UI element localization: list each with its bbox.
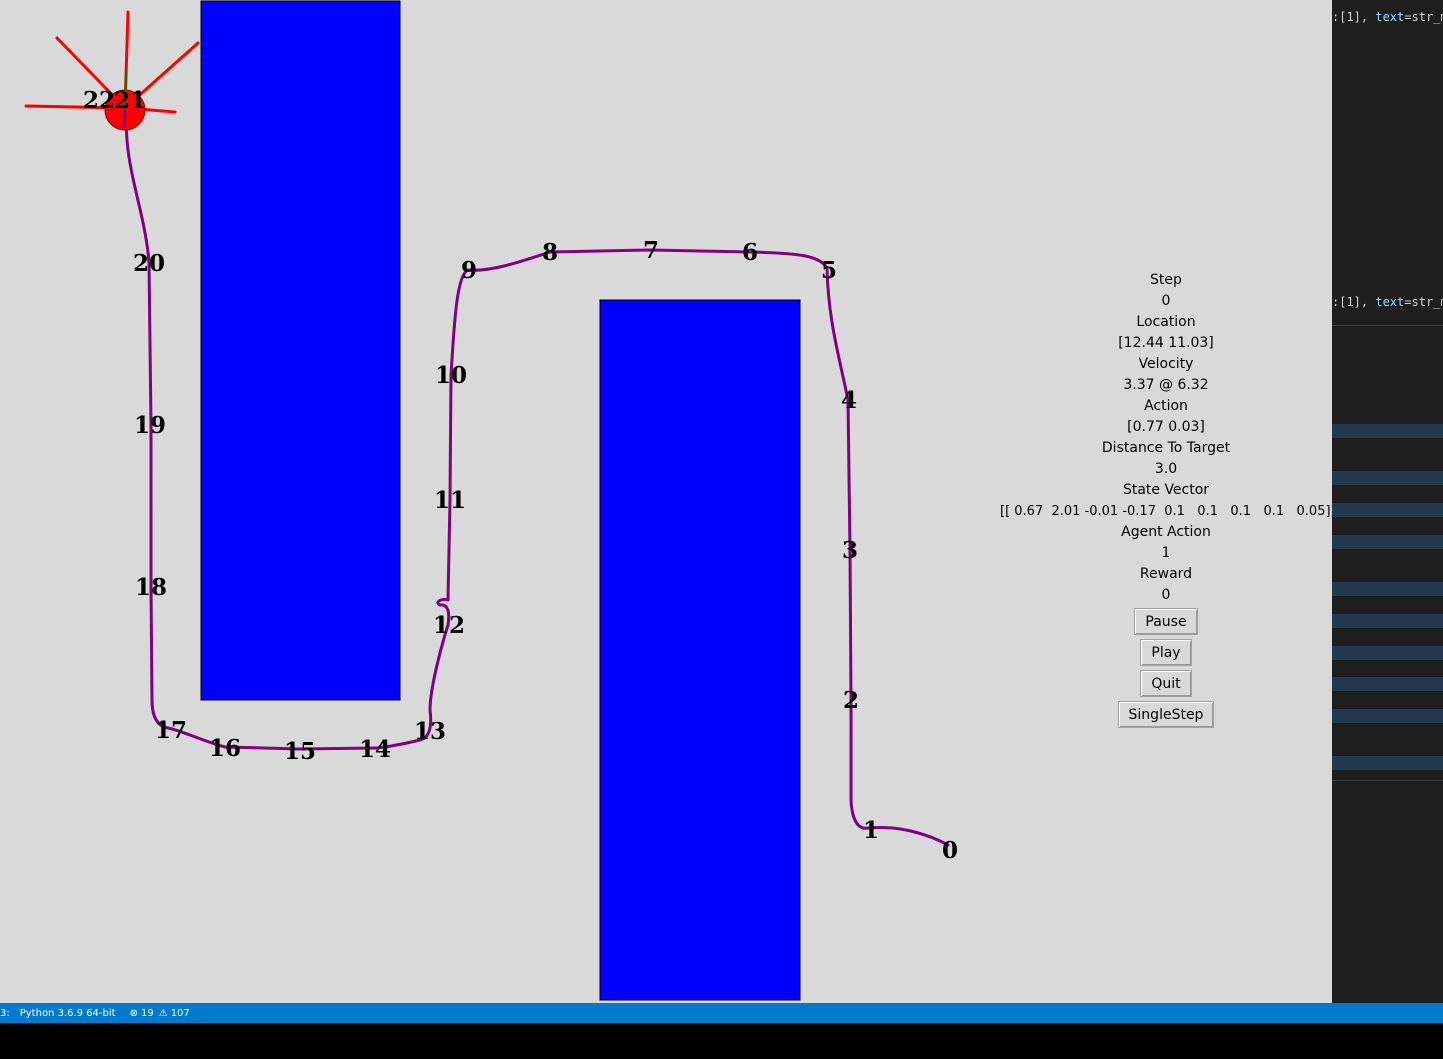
obstacle-left bbox=[200, 0, 401, 701]
location-label: Location bbox=[1136, 314, 1196, 330]
editor-highlight bbox=[1332, 424, 1443, 438]
agent-action-value: 1 bbox=[1161, 545, 1171, 561]
warning-count: 107 bbox=[170, 1007, 190, 1019]
waypoint-label-11: 11 bbox=[434, 487, 466, 514]
code-line[interactable]: :[1], text=str_ms bbox=[1332, 295, 1443, 309]
step-value: 0 bbox=[1161, 293, 1171, 309]
location-value: [12.44 11.03] bbox=[1118, 335, 1214, 351]
agent-action-label: Agent Action bbox=[1121, 524, 1211, 540]
waypoint-label-20: 20 bbox=[133, 250, 165, 277]
obstacle-right bbox=[599, 299, 801, 1001]
quit-button[interactable]: Quit bbox=[1140, 670, 1192, 697]
problems-indicator[interactable]: ⊗ 19 ⚠ 107 bbox=[130, 1008, 190, 1019]
python-interpreter-text: Python 3.6.9 64-bit bbox=[19, 1007, 116, 1019]
code-keyword: text bbox=[1375, 10, 1405, 24]
code-line[interactable]: :[1], text=str_ms bbox=[1332, 10, 1443, 24]
waypoint-label-1: 1 bbox=[863, 817, 879, 844]
reward-label: Reward bbox=[1139, 566, 1193, 582]
waypoint-label-0: 0 bbox=[942, 837, 958, 864]
screen: :[1], text=str_ms :[1], text=str_ms bbox=[0, 0, 1443, 1059]
waypoint-label-15: 15 bbox=[284, 738, 316, 765]
code-editor-strip: :[1], text=str_ms :[1], text=str_ms bbox=[1332, 0, 1443, 1003]
velocity-value: 3.37 @ 6.32 bbox=[1123, 377, 1209, 393]
editor-highlight bbox=[1332, 709, 1443, 723]
waypoint-label-2: 2 bbox=[843, 687, 859, 714]
status-fragment-text: 3: bbox=[0, 1007, 10, 1019]
quit-row: Quit bbox=[1000, 668, 1332, 699]
simulation-window: 0 1 2 3 4 5 6 7 8 9 10 11 12 13 14 15 16 17 18 19 20 21 22 Ste… bbox=[0, 0, 1332, 1003]
step-label: Step bbox=[1150, 272, 1182, 288]
waypoint-label-12: 12 bbox=[433, 612, 465, 639]
waypoint-label-22: 22 bbox=[83, 87, 115, 114]
info-panel: Step 0 Location [12.44 11.03] Velocity 3… bbox=[1000, 270, 1332, 730]
code-text: :[1], bbox=[1332, 10, 1376, 24]
waypoint-label-13: 13 bbox=[414, 718, 446, 745]
distance-to-target-label: Distance To Target bbox=[1101, 440, 1231, 456]
waypoint-label-16: 16 bbox=[209, 735, 241, 762]
editor-highlight bbox=[1332, 535, 1443, 549]
waypoint-label-6: 6 bbox=[742, 239, 758, 266]
code-text: :[1], bbox=[1332, 295, 1376, 309]
status-bar: 3: Python 3.6.9 64-bit ⊗ 19 ⚠ 107 bbox=[0, 1003, 1443, 1023]
waypoint-label-14: 14 bbox=[359, 736, 391, 763]
waypoint-label-5: 5 bbox=[821, 257, 837, 284]
editor-highlight bbox=[1332, 646, 1443, 660]
action-label: Action bbox=[1144, 398, 1188, 414]
editor-highlight bbox=[1332, 614, 1443, 628]
editor-highlight bbox=[1332, 756, 1443, 770]
error-count: 19 bbox=[140, 1007, 154, 1019]
code-keyword: text bbox=[1375, 295, 1405, 309]
state-vector-label: State Vector bbox=[1122, 482, 1210, 498]
single-step-row: SingleStep bbox=[1000, 699, 1332, 730]
error-icon: ⊗ bbox=[129, 1007, 138, 1019]
warning-icon: ⚠ bbox=[158, 1007, 168, 1019]
distance-to-target-value: 3.0 bbox=[1154, 461, 1178, 477]
waypoint-label-10: 10 bbox=[435, 362, 467, 389]
single-step-button[interactable]: SingleStep bbox=[1117, 701, 1215, 728]
play-row: Play bbox=[1000, 637, 1332, 668]
velocity-label: Velocity bbox=[1138, 356, 1194, 372]
waypoint-label-4: 4 bbox=[841, 387, 857, 414]
pause-button[interactable]: Pause bbox=[1134, 608, 1198, 635]
action-value: [0.77 0.03] bbox=[1127, 419, 1205, 435]
waypoint-label-21: 21 bbox=[114, 87, 146, 114]
pause-row: Pause bbox=[1000, 606, 1332, 637]
editor-highlight bbox=[1332, 582, 1443, 596]
state-vector-value: [[ 0.67 2.01 -0.01 -0.17 0.1 0.1 0.1 0.1… bbox=[1000, 504, 1332, 519]
editor-divider bbox=[1332, 325, 1443, 326]
waypoint-label-19: 19 bbox=[134, 412, 166, 439]
status-fragment[interactable]: 3: bbox=[0, 1008, 10, 1019]
code-text: =str_ms bbox=[1404, 295, 1443, 309]
editor-divider bbox=[1332, 780, 1443, 781]
code-text: =str_ms bbox=[1404, 10, 1443, 24]
reward-value: 0 bbox=[1161, 587, 1171, 603]
python-interpreter[interactable]: Python 3.6.9 64-bit bbox=[20, 1008, 116, 1019]
editor-highlight bbox=[1332, 503, 1443, 517]
waypoint-label-7: 7 bbox=[643, 237, 659, 264]
editor-highlight bbox=[1332, 677, 1443, 691]
waypoint-label-8: 8 bbox=[542, 239, 558, 266]
editor-highlight bbox=[1332, 471, 1443, 485]
desktop-bottom bbox=[0, 1023, 1443, 1059]
waypoint-label-17: 17 bbox=[155, 717, 187, 744]
play-button[interactable]: Play bbox=[1140, 639, 1192, 666]
waypoint-label-18: 18 bbox=[135, 574, 167, 601]
waypoint-label-3: 3 bbox=[842, 537, 858, 564]
waypoint-label-9: 9 bbox=[461, 257, 477, 284]
